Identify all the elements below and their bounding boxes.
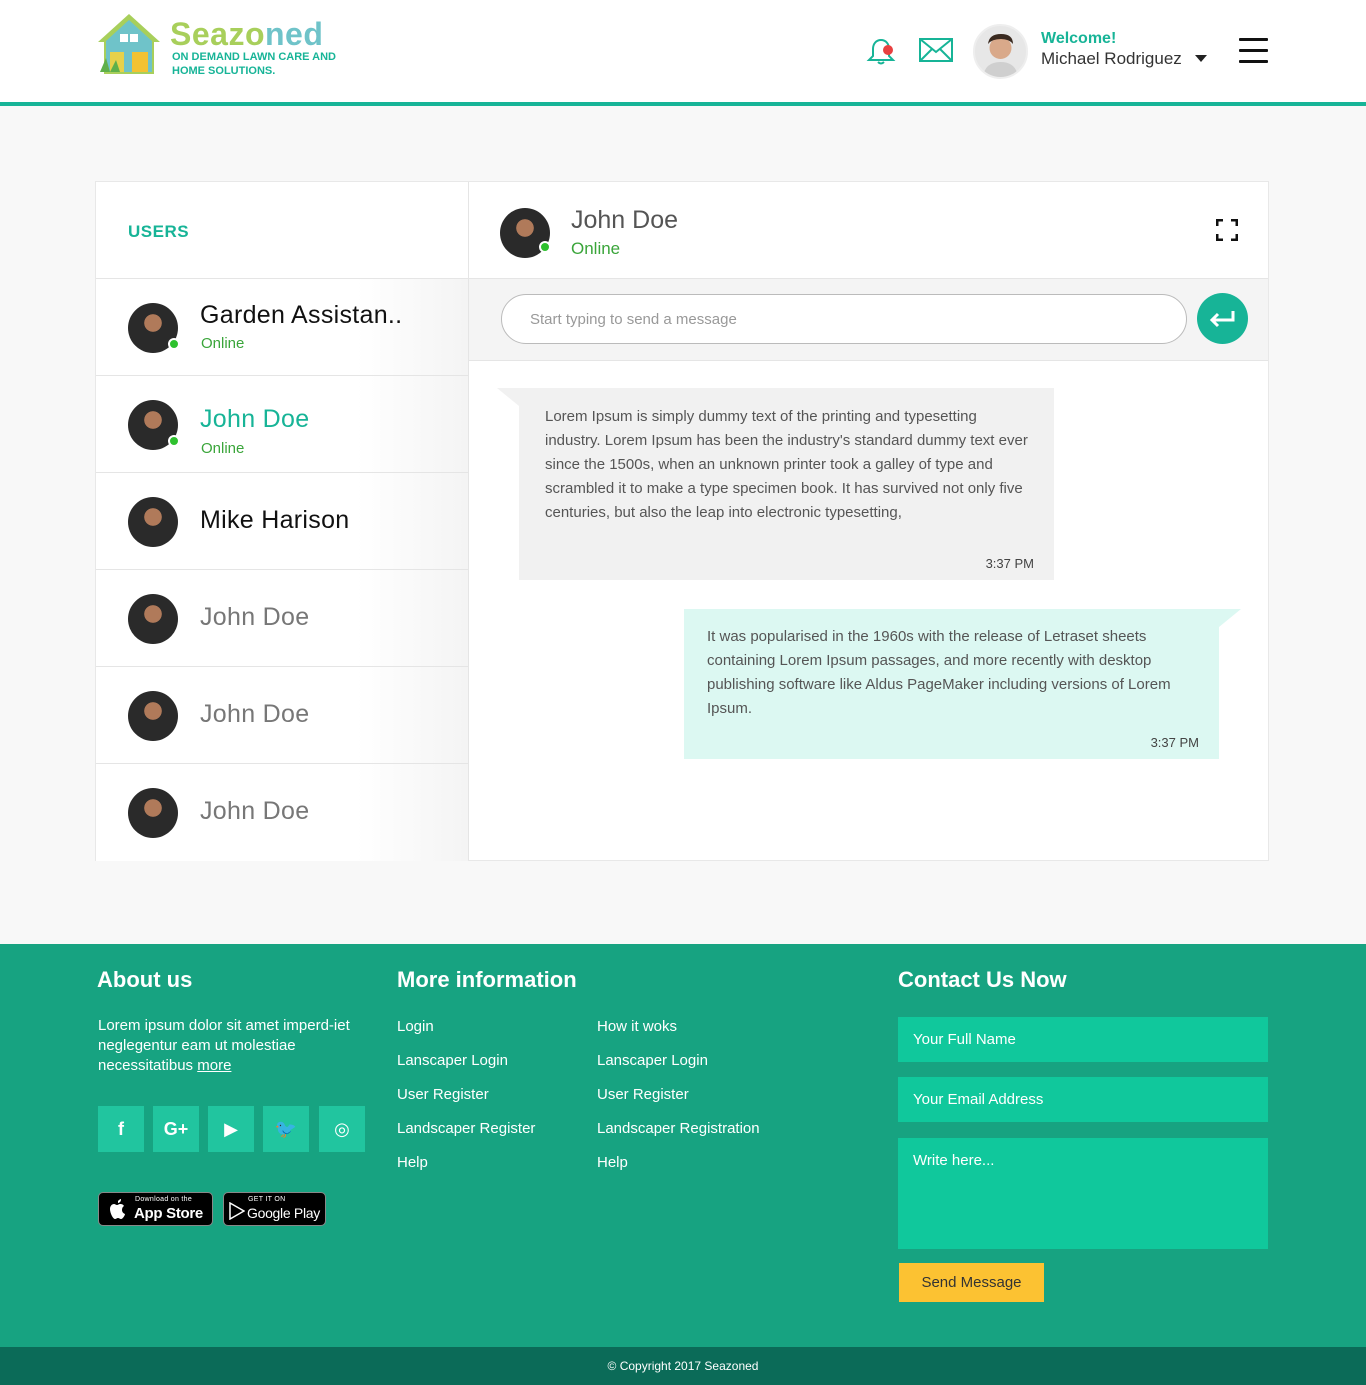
brand-name: Seazoned (170, 16, 324, 52)
top-header: Seazoned ON DEMAND LAWN CARE AND HOME SO… (0, 0, 1366, 106)
user-name: John Doe (200, 797, 310, 825)
footer: About us Lorem ipsum dolor sit amet impe… (0, 944, 1366, 1347)
online-indicator (168, 338, 180, 350)
app-store-small-text: Download on the (135, 1196, 193, 1203)
user-row[interactable]: Mike Harison (96, 473, 468, 570)
footer-link-landscaper-registration[interactable]: Landscaper Registration (597, 1120, 760, 1137)
users-list: USERS Garden Assistan.. Online John Doe … (96, 182, 469, 861)
user-name: John Doe (200, 700, 310, 728)
google-plus-icon[interactable]: G+ (153, 1106, 199, 1152)
footer-link-user-register-2[interactable]: User Register (597, 1086, 689, 1103)
welcome-text: Welcome! (1041, 30, 1117, 47)
user-row[interactable]: John Doe (96, 764, 468, 861)
conversation-header: John Doe Online (469, 182, 1268, 279)
google-play-label: Google Play (247, 1205, 320, 1221)
twitter-icon[interactable]: 🐦 (263, 1106, 309, 1152)
message-text: Lorem Ipsum is simply dummy text of the … (545, 408, 1028, 521)
contact-status: Online (571, 239, 621, 258)
user-name: Garden Assistan.. (200, 301, 403, 329)
google-play-icon (229, 1202, 245, 1220)
user-row[interactable]: John Doe (96, 570, 468, 667)
contact-message-field[interactable] (898, 1138, 1268, 1249)
incoming-message: Lorem Ipsum is simply dummy text of the … (497, 388, 1054, 580)
user-avatar (128, 788, 178, 838)
user-name-dropdown[interactable]: Michael Rodriguez (1041, 49, 1182, 69)
brand-logo[interactable]: Seazoned ON DEMAND LAWN CARE AND HOME SO… (96, 10, 336, 80)
brand-tagline: ON DEMAND LAWN CARE AND HOME SOLUTIONS. (172, 51, 336, 77)
user-row[interactable]: John Doe (96, 667, 468, 764)
online-indicator (539, 241, 551, 253)
user-name: John Doe (200, 405, 310, 433)
send-message-footer-button[interactable]: Send Message (899, 1263, 1044, 1302)
message-text: It was popularised in the 1960s with the… (707, 628, 1171, 717)
user-row-active[interactable]: John Doe Online (96, 376, 468, 473)
instagram-icon[interactable]: ◎ (319, 1106, 365, 1152)
message-composer (469, 279, 1268, 361)
footer-link-user-register[interactable]: User Register (397, 1086, 489, 1103)
user-status: Online (201, 440, 245, 457)
fullscreen-icon[interactable] (1216, 219, 1238, 241)
footer-link-how-it-works[interactable]: How it woks (597, 1018, 677, 1035)
contact-name-field[interactable] (898, 1017, 1268, 1062)
user-name: Mike Harison (200, 506, 350, 534)
google-play-button[interactable]: GET IT ON Google Play (223, 1192, 326, 1226)
conversation: John Doe Online Lorem Ipsum is simply du… (469, 182, 1268, 860)
google-play-small-text: GET IT ON (248, 1196, 286, 1203)
mail-icon[interactable] (918, 36, 954, 64)
footer-link-lanscaper-login[interactable]: Lanscaper Login (397, 1052, 508, 1069)
copyright-bar: © Copyright 2017 Seazoned (0, 1347, 1366, 1385)
house-logo-icon (98, 14, 160, 74)
users-title: USERS (96, 182, 468, 279)
footer-link-landscaper-register[interactable]: Landscaper Register (397, 1120, 535, 1137)
bell-icon[interactable] (866, 36, 896, 66)
message-time: 3:37 PM (1150, 735, 1199, 750)
message-input[interactable] (501, 294, 1187, 344)
footer-link-login[interactable]: Login (397, 1018, 434, 1035)
footer-link-help-2[interactable]: Help (597, 1154, 628, 1171)
more-information-heading: More information (397, 967, 577, 992)
apple-icon (110, 1199, 125, 1219)
app-store-button[interactable]: Download on the App Store (98, 1192, 213, 1226)
user-avatar (128, 594, 178, 644)
app-store-label: App Store (134, 1205, 203, 1222)
enter-arrow-icon (1209, 311, 1235, 328)
hamburger-menu-icon[interactable] (1239, 38, 1268, 64)
caret-down-icon[interactable] (1195, 55, 1207, 62)
footer-link-lanscaper-login-2[interactable]: Lanscaper Login (597, 1052, 708, 1069)
message-time: 3:37 PM (985, 556, 1034, 571)
about-text: Lorem ipsum dolor sit amet imperd-iet ne… (98, 1017, 350, 1074)
contact-email-field[interactable] (898, 1077, 1268, 1122)
user-row[interactable]: Garden Assistan.. Online (96, 279, 468, 376)
facebook-icon[interactable]: f (98, 1106, 144, 1152)
user-status: Online (201, 335, 245, 352)
outgoing-message: It was popularised in the 1960s with the… (684, 609, 1241, 759)
about-heading: About us (97, 967, 193, 992)
footer-link-help[interactable]: Help (397, 1154, 428, 1171)
chat-panel: USERS Garden Assistan.. Online John Doe … (95, 181, 1269, 861)
send-message-button[interactable] (1197, 293, 1248, 344)
user-avatar (128, 691, 178, 741)
more-link[interactable]: more (197, 1057, 231, 1074)
online-indicator (168, 435, 180, 447)
youtube-icon[interactable]: ▶ (208, 1106, 254, 1152)
contact-name: John Doe (571, 206, 679, 234)
user-avatar[interactable] (973, 24, 1028, 79)
user-name: John Doe (200, 603, 310, 631)
user-avatar (128, 497, 178, 547)
contact-heading: Contact Us Now (898, 967, 1067, 992)
